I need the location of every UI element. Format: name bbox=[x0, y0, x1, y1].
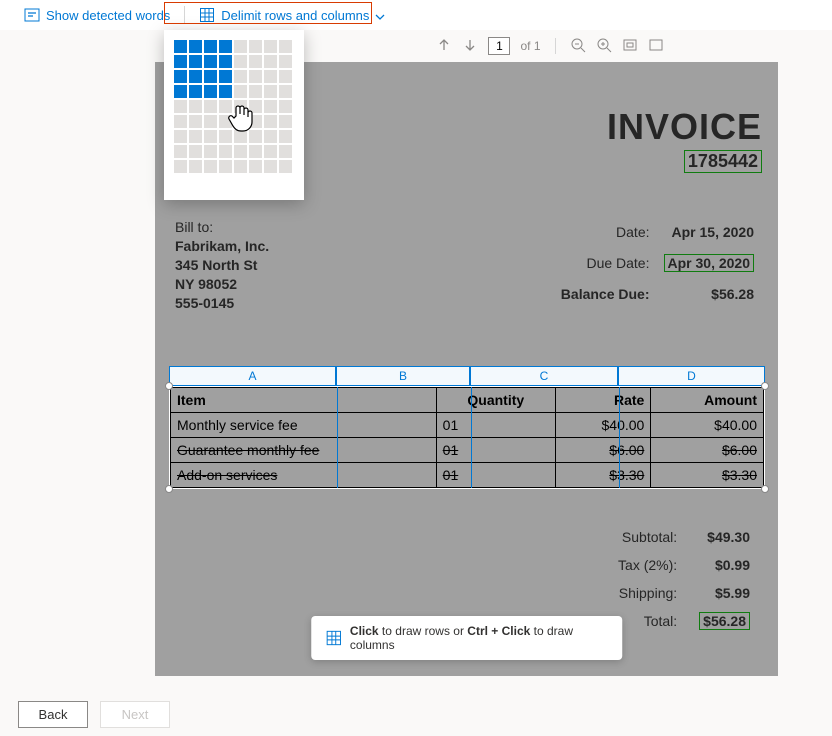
prev-page-button[interactable] bbox=[436, 37, 452, 56]
bill-to-label: Bill to: bbox=[175, 218, 269, 237]
table-selection[interactable]: A B C D 1 2 3 4 Item Quantity Rate Amoun… bbox=[155, 366, 778, 489]
delimit-rows-columns-button[interactable]: Delimit rows and columns bbox=[191, 3, 393, 27]
cell-amt: $3.30 bbox=[651, 463, 764, 488]
cell-amt: $6.00 bbox=[651, 438, 764, 463]
column-divider[interactable] bbox=[337, 387, 338, 488]
shipping-value: $5.99 bbox=[689, 580, 760, 606]
shipping-label: Shipping: bbox=[608, 580, 687, 606]
cell-rate: $6.00 bbox=[555, 438, 650, 463]
handle-bottom-left[interactable] bbox=[165, 485, 173, 493]
bottom-bar: Back Next bbox=[18, 701, 170, 728]
th-rate: Rate bbox=[555, 388, 650, 413]
fit-page-button[interactable] bbox=[622, 37, 638, 56]
dates-block: Date:Apr 15, 2020 Due Date:Apr 30, 2020 … bbox=[553, 216, 762, 312]
balance-due-value: $56.28 bbox=[658, 280, 761, 309]
col-header-a[interactable]: A bbox=[169, 366, 336, 386]
zoom-in-button[interactable] bbox=[596, 37, 612, 56]
bill-to-block: Bill to: Fabrikam, Inc. 345 North St NY … bbox=[175, 218, 269, 312]
cell-rate: $3.30 bbox=[555, 463, 650, 488]
cell-qty: 01 bbox=[436, 463, 555, 488]
due-date-label: Due Date: bbox=[555, 249, 656, 278]
col-header-b[interactable]: B bbox=[336, 366, 470, 386]
grid-selector[interactable] bbox=[174, 40, 294, 173]
tax-label: Tax (2%): bbox=[608, 552, 687, 578]
delimit-rows-columns-label: Delimit rows and columns bbox=[221, 8, 369, 23]
document-pager: of 1 bbox=[310, 35, 790, 57]
handle-top-left[interactable] bbox=[165, 382, 173, 390]
next-button: Next bbox=[100, 701, 170, 728]
bill-to-phone: 555-0145 bbox=[175, 294, 269, 313]
th-amount: Amount bbox=[651, 388, 764, 413]
totals-block: Subtotal:$49.30 Tax (2%):$0.99 Shipping:… bbox=[606, 522, 762, 636]
chevron-down-icon bbox=[375, 10, 385, 20]
toolbar-separator bbox=[184, 6, 185, 24]
cell-item: Add-on services bbox=[171, 463, 437, 488]
date-value: Apr 15, 2020 bbox=[658, 218, 761, 247]
handle-top-right[interactable] bbox=[761, 382, 769, 390]
column-divider[interactable] bbox=[619, 387, 620, 488]
due-date-value: Apr 30, 2020 bbox=[664, 254, 755, 272]
subtotal-label: Subtotal: bbox=[608, 524, 687, 550]
table-row: Add-on services 01 $3.30 $3.30 bbox=[171, 463, 764, 488]
column-divider[interactable] bbox=[471, 387, 472, 488]
table-row: Monthly service fee 01 $40.00 $40.00 bbox=[171, 413, 764, 438]
back-button[interactable]: Back bbox=[18, 701, 88, 728]
page-of-label: of 1 bbox=[520, 39, 540, 53]
invoice-title: INVOICE bbox=[607, 106, 762, 148]
total-value: $56.28 bbox=[699, 612, 750, 630]
show-detected-words-label: Show detected words bbox=[46, 8, 170, 23]
column-headers: A B C D bbox=[169, 366, 778, 386]
top-toolbar: Show detected words Delimit rows and col… bbox=[0, 0, 832, 30]
col-header-c[interactable]: C bbox=[470, 366, 618, 386]
handle-bottom-right[interactable] bbox=[761, 485, 769, 493]
next-page-button[interactable] bbox=[462, 37, 478, 56]
zoom-out-button[interactable] bbox=[570, 37, 586, 56]
cell-item: Guarantee monthly fee bbox=[171, 438, 437, 463]
th-item: Item bbox=[171, 388, 437, 413]
words-icon bbox=[24, 7, 40, 23]
invoice-number: 1785442 bbox=[684, 150, 762, 173]
show-detected-words-button[interactable]: Show detected words bbox=[16, 3, 178, 27]
date-label: Date: bbox=[555, 218, 656, 247]
table-body[interactable]: Item Quantity Rate Amount Monthly servic… bbox=[169, 386, 765, 489]
table-row: Guarantee monthly fee 01 $6.00 $6.00 bbox=[171, 438, 764, 463]
grid-size-panel[interactable] bbox=[164, 30, 304, 200]
fit-width-button[interactable] bbox=[648, 37, 664, 56]
cell-amt: $40.00 bbox=[651, 413, 764, 438]
bill-to-company: Fabrikam, Inc. bbox=[175, 237, 269, 256]
hint-toast: Click to draw rows or Ctrl + Click to dr… bbox=[311, 616, 623, 660]
hint-text: Click to draw rows or Ctrl + Click to dr… bbox=[350, 624, 608, 652]
page-input[interactable] bbox=[488, 37, 510, 55]
bill-to-street: 345 North St bbox=[175, 256, 269, 275]
cell-rate: $40.00 bbox=[555, 413, 650, 438]
th-quantity: Quantity bbox=[436, 388, 555, 413]
balance-due-label: Balance Due: bbox=[555, 280, 656, 309]
tax-value: $0.99 bbox=[689, 552, 760, 578]
invoice-header: INVOICE 1785442 bbox=[607, 106, 762, 173]
cell-qty: 01 bbox=[436, 438, 555, 463]
col-header-d[interactable]: D bbox=[618, 366, 765, 386]
subtotal-value: $49.30 bbox=[689, 524, 760, 550]
cell-qty: 01 bbox=[436, 413, 555, 438]
bill-to-city: NY 98052 bbox=[175, 275, 269, 294]
table-icon bbox=[199, 7, 215, 23]
draw-icon bbox=[325, 629, 342, 647]
cell-item: Monthly service fee bbox=[171, 413, 437, 438]
